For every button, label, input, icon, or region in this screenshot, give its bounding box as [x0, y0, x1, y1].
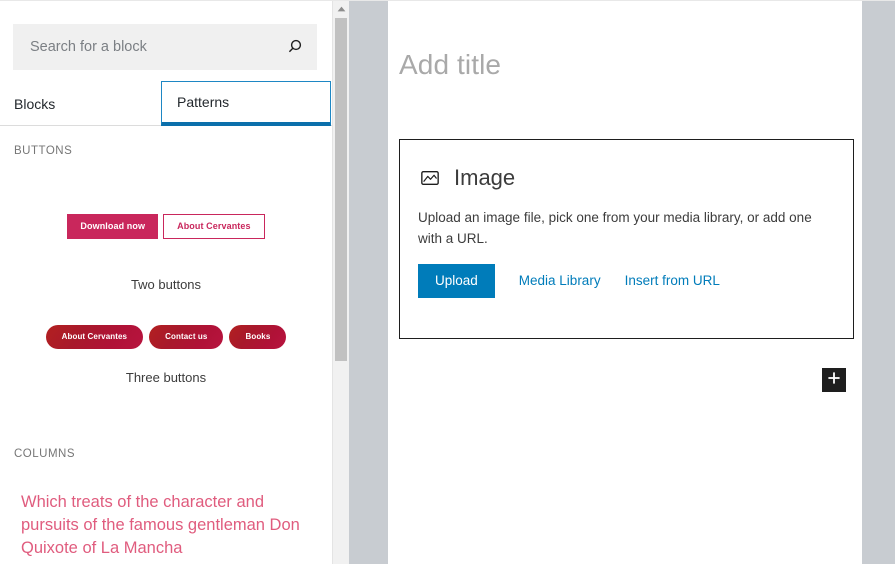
media-library-link[interactable]: Media Library: [519, 273, 601, 288]
block-search-box[interactable]: [13, 24, 317, 70]
pattern-caption-two-buttons: Two buttons: [130, 277, 202, 292]
tab-patterns-label: Patterns: [177, 94, 230, 110]
pattern-caption-three-buttons: Three buttons: [125, 370, 207, 385]
image-block-actions: Upload Media Library Insert from URL: [400, 249, 853, 298]
block-appender-button[interactable]: [822, 368, 846, 392]
inserter-tabs: Blocks Patterns: [0, 81, 332, 126]
image-block-title: Image: [454, 165, 516, 190]
pattern-columns[interactable]: Which treats of the character and pursui…: [0, 491, 332, 560]
block-search-wrapper: [13, 24, 317, 70]
section-label-buttons: BUTTONS: [14, 145, 73, 157]
post-title-placeholder[interactable]: Add title: [399, 49, 501, 81]
section-label-columns: COLUMNS: [14, 448, 76, 460]
pattern-columns-text: Which treats of the character and pursui…: [21, 493, 300, 557]
upload-button[interactable]: Upload: [418, 264, 495, 298]
tab-patterns[interactable]: Patterns: [161, 81, 331, 126]
inserter-scrollbar[interactable]: [332, 1, 349, 564]
scrollbar-thumb[interactable]: [335, 18, 347, 361]
image-block-header: Image: [400, 140, 853, 191]
search-input[interactable]: [13, 24, 317, 70]
pattern-two-buttons[interactable]: Download now About Cervantes Two buttons: [0, 185, 332, 292]
insert-from-url-link[interactable]: Insert from URL: [625, 273, 720, 288]
plus-icon: [827, 371, 841, 390]
pattern-three-buttons[interactable]: About Cervantes Contact us Books Three b…: [0, 312, 332, 385]
tab-blocks[interactable]: Blocks: [0, 81, 160, 126]
canvas-gutter-right: [862, 1, 895, 564]
block-inserter-panel: Blocks Patterns BUTTONS Download now Abo…: [0, 1, 332, 564]
pattern-pill-books: Books: [229, 325, 287, 349]
chevron-up-icon[interactable]: [333, 1, 349, 17]
editor-canvas[interactable]: Add title Image Upload an image file, pi…: [388, 1, 862, 564]
image-block-description: Upload an image file, pick one from your…: [418, 210, 812, 246]
wordpress-block-editor: Blocks Patterns BUTTONS Download now Abo…: [0, 0, 895, 564]
pattern-pill-about-cervantes: About Cervantes: [45, 325, 144, 349]
image-block-placeholder[interactable]: Image Upload an image file, pick one fro…: [399, 139, 854, 339]
pattern-button-about-cervantes: About Cervantes: [163, 213, 265, 239]
search-icon[interactable]: [285, 37, 305, 57]
pattern-list[interactable]: BUTTONS Download now About Cervantes Two…: [0, 127, 332, 564]
pattern-preview: About Cervantes Contact us Books: [0, 312, 332, 362]
pattern-button-download-now: Download now: [67, 213, 159, 239]
pattern-pill-contact-us: Contact us: [149, 325, 224, 349]
tab-blocks-label: Blocks: [14, 95, 56, 112]
image-icon: [418, 166, 442, 190]
canvas-gutter-left: [349, 1, 388, 564]
pattern-preview: Download now About Cervantes: [0, 185, 332, 267]
